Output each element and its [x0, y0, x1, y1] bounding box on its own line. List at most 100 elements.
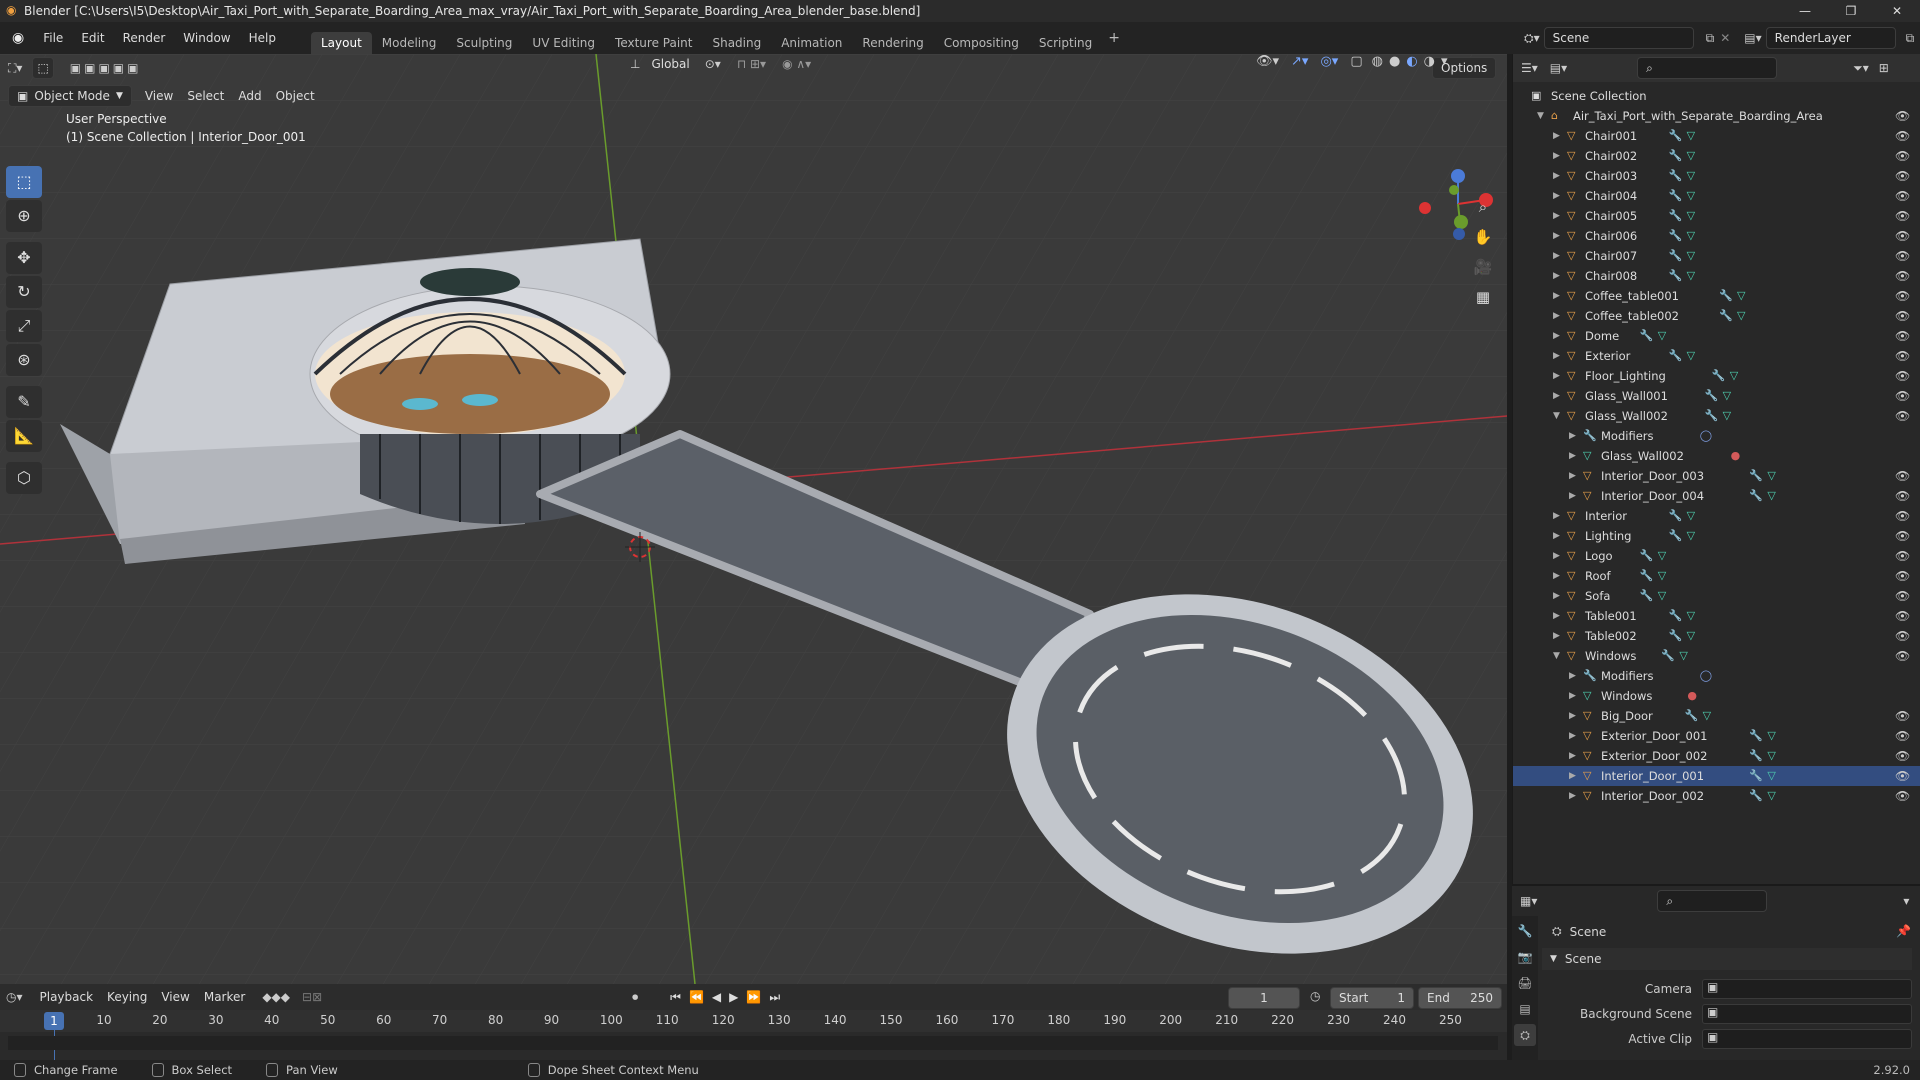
- outliner-item[interactable]: ▶ ▽ Table002 🔧 ▽ 👁: [1513, 626, 1920, 646]
- eye-icon[interactable]: 👁: [1895, 566, 1910, 586]
- play-reverse-icon[interactable]: ◀: [712, 990, 721, 1004]
- overlay-icon[interactable]: ◎▾: [1320, 54, 1338, 69]
- timeline-menu-keying[interactable]: Keying: [100, 990, 154, 1004]
- eye-icon[interactable]: 👁: [1895, 706, 1910, 726]
- expand-icon[interactable]: ▶: [1569, 486, 1576, 506]
- expand-icon[interactable]: ▶: [1553, 266, 1560, 286]
- scene-panel-header[interactable]: ▼ Scene: [1542, 948, 1912, 970]
- outliner-item[interactable]: ▶ ▽ Lighting 🔧 ▽ 👁: [1513, 526, 1920, 546]
- eye-icon[interactable]: 👁: [1895, 626, 1910, 646]
- tab-sculpting[interactable]: Sculpting: [446, 32, 522, 54]
- scene-selector[interactable]: Scene: [1543, 27, 1694, 49]
- grid-toggle-icon[interactable]: ▦: [1470, 284, 1496, 310]
- cursor-tool-icon[interactable]: ⊕: [6, 200, 42, 232]
- outliner-item[interactable]: ▶ ▽ Glass_Wall001 🔧 ▽ 👁: [1513, 386, 1920, 406]
- measure-tool-icon[interactable]: 📐: [6, 420, 42, 452]
- outliner-item[interactable]: ▶ ▽ Chair002 🔧 ▽ 👁: [1513, 146, 1920, 166]
- prev-keyframe-icon[interactable]: ⏪: [689, 990, 704, 1004]
- annotate-tool-icon[interactable]: ✎: [6, 386, 42, 418]
- outliner-item[interactable]: ▶ ▽ Exterior 🔧 ▽ 👁: [1513, 346, 1920, 366]
- viewport-menu-select[interactable]: Select: [180, 89, 231, 103]
- pan-hand-icon[interactable]: ✋: [1470, 224, 1496, 250]
- outliner-item[interactable]: ▶ ▽ Sofa 🔧 ▽ 👁: [1513, 586, 1920, 606]
- view-layer-tab-icon[interactable]: ▤: [1514, 998, 1536, 1020]
- frame-ruler[interactable]: 1 10 20 30 40 50 60 70 80 90 100 110 120 130 140 150 16…: [0, 1010, 1507, 1062]
- scene-collection-row[interactable]: ▣ Scene Collection: [1513, 86, 1920, 106]
- expand-icon[interactable]: ▶: [1569, 706, 1576, 726]
- collapse-icon[interactable]: ▼: [1537, 106, 1544, 126]
- eye-icon[interactable]: 👁: [1895, 606, 1910, 626]
- eye-icon[interactable]: 👁: [1895, 466, 1910, 486]
- eye-icon[interactable]: 👁: [1895, 146, 1910, 166]
- viewport-menu-object[interactable]: Object: [269, 89, 322, 103]
- editor-type-icon[interactable]: ⛶▾: [8, 61, 22, 76]
- outliner-item[interactable]: ▶ ▽ Coffee_table001 🔧 ▽ 👁: [1513, 286, 1920, 306]
- outliner-item[interactable]: ▶ ▽ Dome 🔧 ▽ 👁: [1513, 326, 1920, 346]
- playhead[interactable]: 1: [44, 1012, 64, 1030]
- new-scene-icon[interactable]: ⧉: [1706, 31, 1715, 46]
- expand-icon[interactable]: ▶: [1569, 726, 1576, 746]
- outliner-item[interactable]: ▶ ▽ Glass_Wall002 ●: [1513, 446, 1920, 466]
- outliner-item[interactable]: ▶ ▽ Coffee_table002 🔧 ▽ 👁: [1513, 306, 1920, 326]
- property-field[interactable]: ▣: [1702, 978, 1912, 999]
- eye-icon[interactable]: 👁: [1895, 786, 1910, 806]
- tool-tab-icon[interactable]: 🔧: [1514, 920, 1536, 942]
- outliner-editor-icon[interactable]: ☰▾: [1521, 61, 1538, 75]
- timeline-editor-icon[interactable]: ◷▾: [6, 990, 23, 1004]
- outliner-item[interactable]: ▶ ▽ Interior_Door_003 🔧 ▽ 👁: [1513, 466, 1920, 486]
- outliner-item[interactable]: ▶ 🔧 Modifiers ◯: [1513, 666, 1920, 686]
- camera-view-icon[interactable]: 🎥: [1470, 254, 1496, 280]
- pivot-icon[interactable]: ⊙▾: [705, 57, 721, 71]
- eye-icon[interactable]: 👁: [1895, 526, 1910, 546]
- orientation-icon[interactable]: ⊥: [630, 57, 640, 71]
- outliner-item[interactable]: ▶ ▽ Chair005 🔧 ▽ 👁: [1513, 206, 1920, 226]
- outliner-item[interactable]: ▶ 🔧 Modifiers ◯: [1513, 426, 1920, 446]
- object-mode-dropdown[interactable]: ▣ Object Mode ▼: [8, 85, 132, 107]
- play-icon[interactable]: ▶: [729, 990, 738, 1004]
- maximize-icon[interactable]: ❐: [1828, 0, 1874, 22]
- eye-icon[interactable]: 👁: [1895, 726, 1910, 746]
- eye-icon[interactable]: 👁: [1895, 286, 1910, 306]
- expand-icon[interactable]: ▶: [1553, 626, 1560, 646]
- viewport-menu-add[interactable]: Add: [231, 89, 268, 103]
- expand-icon[interactable]: ▶: [1553, 226, 1560, 246]
- eye-icon[interactable]: 👁: [1895, 486, 1910, 506]
- eye-icon[interactable]: 👁: [1895, 366, 1910, 386]
- transform-orientation-dropdown[interactable]: Global: [644, 57, 696, 71]
- outliner-item[interactable]: ▼ ▽ Windows 🔧 ▽ 👁: [1513, 646, 1920, 666]
- select-box-tool-icon[interactable]: ⬚: [6, 166, 42, 198]
- outliner-item[interactable]: ▶ ▽ Chair001 🔧 ▽ 👁: [1513, 126, 1920, 146]
- timeline-scrollbar[interactable]: [8, 1036, 1498, 1050]
- expand-icon[interactable]: ▶: [1553, 606, 1560, 626]
- eye-icon[interactable]: 👁: [1895, 126, 1910, 146]
- collection-row[interactable]: ▼ ⌂ Air_Taxi_Port_with_Separate_Boarding…: [1513, 106, 1920, 126]
- expand-icon[interactable]: ▶: [1569, 686, 1576, 706]
- outliner-item[interactable]: ▶ ▽ Interior_Door_002 🔧 ▽ 👁: [1513, 786, 1920, 806]
- eye-icon[interactable]: 👁: [1895, 746, 1910, 766]
- tab-layout[interactable]: Layout: [310, 32, 372, 54]
- eye-icon[interactable]: 👁: [1895, 546, 1910, 566]
- move-tool-icon[interactable]: ✥: [6, 242, 42, 274]
- wireframe-shading-icon[interactable]: ◍: [1372, 54, 1383, 69]
- render-tab-icon[interactable]: 📷: [1514, 946, 1536, 968]
- expand-icon[interactable]: ▶: [1553, 186, 1560, 206]
- outliner-item[interactable]: ▶ ▽ Table001 🔧 ▽ 👁: [1513, 606, 1920, 626]
- outliner-item[interactable]: ▶ ▽ Big_Door 🔧 ▽ 👁: [1513, 706, 1920, 726]
- property-field[interactable]: ▣: [1702, 1003, 1912, 1024]
- close-icon[interactable]: ✕: [1874, 0, 1920, 22]
- eye-icon[interactable]: 👁: [1895, 246, 1910, 266]
- tab-uv-editing[interactable]: UV Editing: [522, 32, 605, 54]
- expand-icon[interactable]: ▶: [1569, 466, 1576, 486]
- expand-icon[interactable]: ▶: [1553, 586, 1560, 606]
- delete-scene-icon[interactable]: ✕: [1720, 31, 1730, 45]
- menu-edit[interactable]: Edit: [72, 23, 113, 53]
- property-field[interactable]: ▣: [1702, 1028, 1912, 1049]
- properties-options-icon[interactable]: ▾: [1903, 894, 1909, 908]
- expand-icon[interactable]: ▶: [1553, 526, 1560, 546]
- expand-icon[interactable]: ▶: [1553, 386, 1560, 406]
- eye-icon[interactable]: 👁: [1895, 766, 1910, 786]
- outliner-item[interactable]: ▼ ▽ Glass_Wall002 🔧 ▽ 👁: [1513, 406, 1920, 426]
- expand-icon[interactable]: ▶: [1569, 786, 1576, 806]
- outliner-item[interactable]: ▶ ▽ Interior_Door_001 🔧 ▽ 👁: [1513, 766, 1920, 786]
- properties-search-input[interactable]: ⌕: [1657, 890, 1768, 912]
